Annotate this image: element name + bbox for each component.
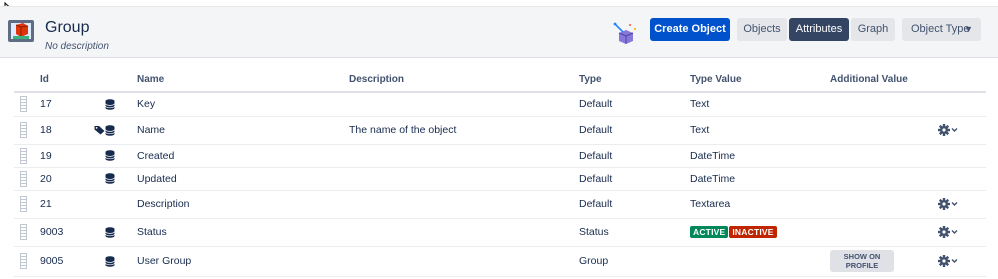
row-id: 18 [28,116,84,145]
header-description: Description [349,68,579,93]
row-name: User Group [117,246,349,277]
header-name: Name [117,68,349,93]
table-row[interactable]: 20 Updated Default DateTime [14,167,986,191]
row-name: Description [117,190,349,219]
table-row[interactable]: 18 Name The name of the object Default T… [14,116,986,145]
row-name: Created [117,144,349,168]
row-type: Group [579,246,690,277]
row-type-value: DateTime [690,144,830,168]
header-type-value: Type Value [690,68,830,93]
row-description [349,218,579,247]
table-row[interactable]: 17 Key Default Text [14,92,986,117]
object-type-dropdown-label: Object Type [911,23,970,35]
tag-icon [94,126,105,135]
database-icon [105,226,115,238]
row-id: 20 [28,167,84,191]
row-id: 9003 [28,218,84,247]
row-description: The name of the object [349,116,579,145]
row-type: Default [579,116,690,145]
row-id: 17 [28,92,84,117]
drag-handle-icon[interactable] [20,196,27,212]
database-icon [105,99,115,110]
table-row[interactable]: 19 Created Default DateTime [14,144,986,168]
drag-handle-icon[interactable] [20,96,27,113]
header-id: Id [28,68,84,93]
object-type-icon [8,20,34,42]
row-type: Default [579,144,690,168]
row-name: Key [117,92,349,117]
drag-handle-icon[interactable] [20,122,27,138]
status-badge-inactive: INACTIVE [729,226,777,238]
row-description [349,246,579,277]
gear-icon[interactable] [938,255,958,268]
database-icon [105,124,115,136]
gear-icon[interactable] [938,124,958,137]
drag-handle-icon[interactable] [20,147,27,164]
row-type: Default [579,190,690,219]
status-badge-active: ACTIVE [690,226,729,238]
row-description [349,144,579,168]
table-row[interactable]: 9003 Status Status ACTIVE INACTIVE [14,218,986,247]
row-description [349,167,579,191]
table-row[interactable]: 21 Description Default Textarea [14,190,986,219]
gear-icon[interactable] [938,226,958,239]
database-icon [105,150,115,162]
page-subtitle: No description [45,41,109,52]
ai-wand-icon[interactable] [611,21,639,47]
row-type-value [690,246,830,277]
row-type-value: Text [690,92,830,117]
show-on-profile-line-1: SHOW ON [843,252,881,261]
object-type-header: Group No description Create Object Objec… [0,6,998,58]
header-type: Type [579,68,690,93]
row-type-value: Textarea [690,190,830,219]
row-name: Name [117,116,349,145]
database-icon [105,173,115,185]
row-name: Updated [117,167,349,191]
row-type: Default [579,92,690,117]
tab-objects[interactable]: Objects [737,18,787,41]
page-title: Group [45,19,90,36]
show-on-profile-badge: SHOW ON PROFILE [830,250,894,272]
drag-handle-icon[interactable] [20,253,27,269]
table-header-row: Id Name Description Type Type Value Addi… [14,68,986,93]
tab-attributes[interactable]: Attributes [789,18,849,41]
show-on-profile-line-2: PROFILE [845,261,879,270]
drag-handle-icon[interactable] [20,170,27,187]
chevron-down-icon: ▼ [964,24,973,34]
row-description [349,190,579,219]
object-type-dropdown[interactable]: Object Type ▼ [902,18,981,41]
database-icon [105,255,115,267]
create-object-button[interactable]: Create Object [650,18,730,41]
row-description [349,92,579,117]
gear-icon[interactable] [938,198,958,211]
row-type-value: DateTime [690,167,830,191]
tab-graph[interactable]: Graph [851,18,895,41]
row-id: 21 [28,190,84,219]
row-type-value: ACTIVE INACTIVE [690,218,830,247]
table-row[interactable]: 9005 User Group Group SHOW ON PROFILE [14,246,986,277]
drag-handle-icon[interactable] [20,224,27,240]
row-name: Status [117,218,349,247]
row-id: 19 [28,144,84,168]
row-type: Status [579,218,690,247]
row-id: 9005 [28,246,84,277]
attributes-table: Id Name Description Type Type Value Addi… [14,68,986,277]
row-type-value: Text [690,116,830,145]
row-type: Default [579,167,690,191]
header-additional-value: Additional Value [830,68,920,93]
